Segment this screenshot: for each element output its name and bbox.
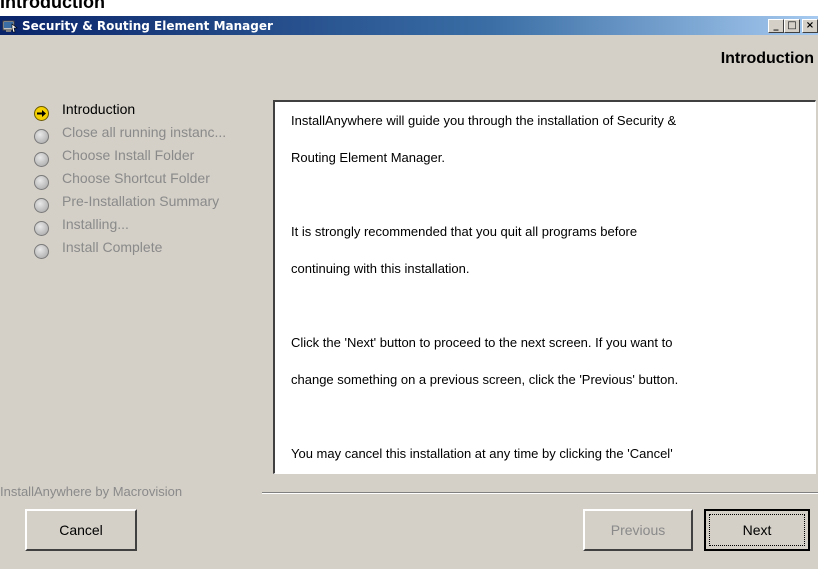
window-titlebar[interactable]: Security & Routing Element Manager _ □ × xyxy=(0,16,818,35)
page-heading-text: Introduction xyxy=(0,0,105,12)
separator-line xyxy=(262,492,818,494)
cancel-button-label: Cancel xyxy=(59,522,103,538)
intro-text-line: change something on a previous screen, c… xyxy=(291,372,679,387)
step-title: Introduction xyxy=(720,50,814,67)
brand-separator: InstallAnywhere by Macrovision xyxy=(0,484,818,500)
step-label: Close all running instanc... xyxy=(62,124,227,140)
page-heading: Introduction xyxy=(0,0,818,16)
minimize-button[interactable]: _ xyxy=(768,18,784,33)
gray-circle-icon xyxy=(34,152,49,167)
step-item-choose-shortcut-folder: Choose Shortcut Folder xyxy=(34,170,270,193)
next-button[interactable]: Next xyxy=(704,509,810,551)
gray-circle-icon xyxy=(34,175,49,190)
window-title: Security & Routing Element Manager xyxy=(22,18,273,33)
install-steps-list: Introduction Close all running instanc..… xyxy=(34,101,270,262)
cancel-button[interactable]: Cancel xyxy=(25,509,137,551)
intro-text-line: Click the 'Next' button to proceed to th… xyxy=(291,335,673,350)
next-button-label: Next xyxy=(742,522,772,538)
close-button[interactable]: × xyxy=(802,18,818,33)
window-controls: _ □ × xyxy=(768,18,818,33)
step-label: Install Complete xyxy=(62,239,163,255)
gray-circle-icon xyxy=(34,129,49,144)
gray-circle-icon xyxy=(34,221,49,236)
installer-brand-label: InstallAnywhere by Macrovision xyxy=(0,484,189,499)
intro-text-line: Routing Element Manager. xyxy=(291,150,445,165)
gray-circle-icon xyxy=(34,198,49,213)
intro-text-line: continuing with this installation. xyxy=(291,261,470,276)
step-item-choose-install-folder: Choose Install Folder xyxy=(34,147,270,170)
intro-text-line: You may cancel this installation at any … xyxy=(291,446,673,461)
step-label: Choose Install Folder xyxy=(62,147,195,163)
intro-text-line: InstallAnywhere will guide you through t… xyxy=(291,113,677,128)
step-item-close-instances: Close all running instanc... xyxy=(34,124,270,147)
step-item-install-complete: Install Complete xyxy=(34,239,270,262)
step-label: Installing... xyxy=(62,216,129,232)
step-item-installing: Installing... xyxy=(34,216,270,239)
maximize-button[interactable]: □ xyxy=(784,18,800,33)
intro-text-line: It is strongly recommended that you quit… xyxy=(291,224,638,239)
previous-button[interactable]: Previous xyxy=(583,509,693,551)
step-label: Introduction xyxy=(62,101,136,117)
installer-app-icon xyxy=(2,19,18,33)
arrow-right-icon xyxy=(34,106,49,121)
dialog-client-area: Introduction Introduction Close all runn… xyxy=(0,35,818,569)
previous-button-label: Previous xyxy=(610,522,666,538)
step-item-introduction: Introduction xyxy=(34,101,270,124)
step-label: Choose Shortcut Folder xyxy=(62,170,210,186)
step-label: Pre-Installation Summary xyxy=(62,193,220,209)
gray-circle-icon xyxy=(34,244,49,259)
step-item-pre-installation-summary: Pre-Installation Summary xyxy=(34,193,270,216)
introduction-text-panel[interactable]: InstallAnywhere will guide you through t… xyxy=(273,100,816,474)
